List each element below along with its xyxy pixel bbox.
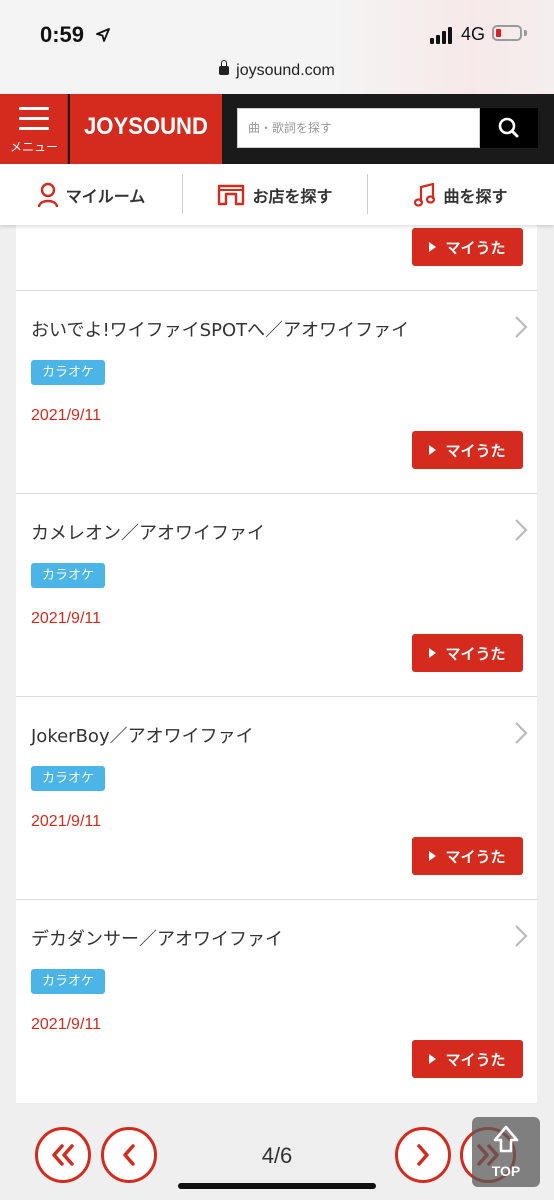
network-type: 4G — [461, 24, 486, 44]
song-title: JokerBoy／アオワイファイ — [31, 726, 254, 747]
status-bar: 0:59 4G joysound.com — [0, 0, 554, 94]
play-triangle-icon — [429, 851, 437, 861]
chevron-right-icon — [515, 722, 528, 744]
person-icon — [37, 182, 58, 207]
search-button[interactable] — [480, 108, 538, 148]
arrow-up-icon — [493, 1125, 519, 1153]
scroll-top-button[interactable]: TOP — [472, 1117, 540, 1187]
signal-icon — [430, 26, 456, 44]
play-triangle-icon — [429, 648, 437, 658]
list-item[interactable]: マイうた — [16, 225, 537, 290]
pagination: 4/6 TOP — [0, 1103, 554, 1200]
joysound-logo: JOYSOUND — [84, 113, 208, 140]
sub-navigation: マイルーム お店を探す 曲を探す — [0, 164, 554, 225]
home-indicator — [178, 1183, 376, 1189]
list-item[interactable]: おいでよ!ワイファイSPOTへ／アオワイファイ カラオケ 2021/9/11 マ… — [16, 290, 537, 492]
lock-icon — [219, 60, 230, 75]
song-history-list: マイうた おいでよ!ワイファイSPOTへ／アオワイファイ カラオケ 2021/9… — [16, 225, 537, 1103]
song-title: カメレオン／アオワイファイ — [31, 523, 265, 544]
url-text: joysound.com — [236, 62, 335, 79]
site-header: メニュー JOYSOUND 曲・歌詞を探す — [0, 94, 554, 164]
address-bar[interactable]: joysound.com — [0, 60, 554, 80]
karaoke-badge: カラオケ — [31, 969, 106, 994]
song-date: 2021/9/11 — [31, 1016, 101, 1033]
karaoke-badge: カラオケ — [31, 766, 106, 791]
top-label: TOP — [491, 1163, 521, 1179]
my-uta-button[interactable]: マイうた — [412, 1040, 523, 1078]
location-arrow-icon — [96, 28, 110, 42]
play-triangle-icon — [429, 1054, 437, 1064]
nav-find-song-label: 曲を探す — [443, 186, 508, 206]
nav-my-room[interactable]: マイルーム — [0, 164, 182, 225]
song-date: 2021/9/11 — [31, 407, 101, 424]
nav-my-room-label: マイルーム — [65, 186, 146, 206]
search-icon — [498, 117, 519, 138]
logo-link[interactable]: JOYSOUND — [70, 94, 222, 164]
song-date: 2021/9/11 — [31, 813, 101, 830]
battery-icon — [492, 25, 522, 41]
nav-find-store-label: お店を探す — [252, 186, 333, 206]
karaoke-badge: カラオケ — [31, 563, 106, 588]
clock: 0:59 — [40, 22, 85, 47]
play-triangle-icon — [429, 242, 437, 252]
song-date: 2021/9/11 — [31, 610, 101, 627]
song-title: おいでよ!ワイファイSPOTへ／アオワイファイ — [31, 320, 410, 341]
my-uta-button[interactable]: マイうた — [412, 431, 523, 469]
list-item[interactable]: カメレオン／アオワイファイ カラオケ 2021/9/11 マイうた — [16, 493, 537, 695]
nav-find-song[interactable]: 曲を探す — [368, 164, 554, 225]
music-note-icon — [414, 182, 436, 207]
chevron-right-icon — [515, 316, 528, 338]
nav-find-store[interactable]: お店を探す — [183, 164, 367, 225]
my-uta-button[interactable]: マイうた — [412, 228, 523, 266]
store-icon — [218, 184, 245, 205]
my-uta-button[interactable]: マイうた — [412, 634, 523, 672]
karaoke-badge: カラオケ — [31, 360, 106, 385]
song-title: デカダンサー／アオワイファイ — [31, 929, 283, 950]
play-triangle-icon — [429, 445, 437, 455]
next-page-button[interactable] — [395, 1127, 451, 1183]
search-input[interactable]: 曲・歌詞を探す — [237, 108, 480, 148]
my-uta-button[interactable]: マイうた — [412, 837, 523, 875]
chevron-right-icon — [417, 1144, 429, 1166]
menu-button[interactable]: メニュー — [0, 94, 68, 164]
list-item[interactable]: デカダンサー／アオワイファイ カラオケ 2021/9/11 マイうた — [16, 899, 537, 1101]
chevron-right-icon — [515, 519, 528, 541]
chevron-right-icon — [515, 925, 528, 947]
list-item[interactable]: JokerBoy／アオワイファイ カラオケ 2021/9/11 マイうた — [16, 696, 537, 898]
menu-label: メニュー — [9, 140, 58, 154]
